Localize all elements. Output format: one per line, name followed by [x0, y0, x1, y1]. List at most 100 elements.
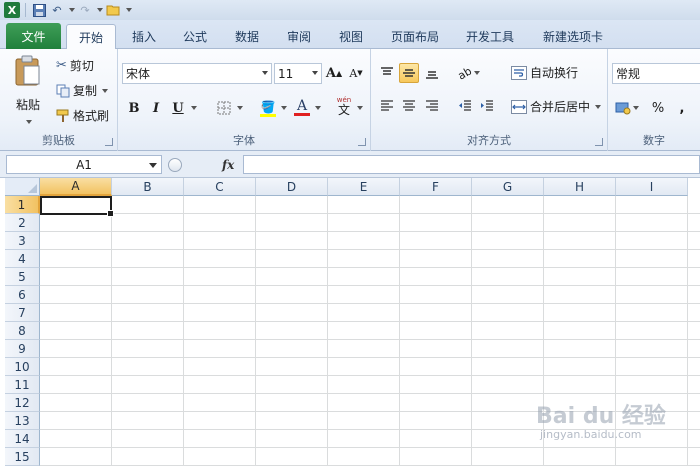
comma-style-button[interactable]: , [672, 98, 692, 118]
column-header-b[interactable]: B [112, 178, 184, 196]
tab-view[interactable]: 视图 [329, 24, 373, 49]
column-header-f[interactable]: F [400, 178, 472, 196]
wrap-text-button[interactable]: 自动换行 [511, 64, 578, 81]
fill-color-dropdown-icon[interactable] [278, 98, 288, 118]
column-header-e[interactable]: E [328, 178, 400, 196]
merge-center-dropdown-icon[interactable] [595, 104, 602, 109]
decrease-indent-button[interactable] [455, 96, 475, 116]
align-top-icon [381, 67, 393, 75]
tab-data[interactable]: 数据 [225, 24, 269, 49]
number-group-label: 数字 [643, 134, 665, 147]
number-format-combo[interactable]: 常规 [612, 63, 700, 84]
font-color-swatch [294, 112, 310, 116]
borders-dropdown-icon[interactable] [234, 98, 244, 118]
orientation-icon: ab [455, 63, 475, 83]
cut-label: 剪切 [69, 59, 94, 73]
increase-indent-icon [481, 100, 493, 111]
underline-button[interactable]: U [168, 98, 188, 118]
tab-insert[interactable]: 插入 [122, 24, 166, 49]
accounting-format-button[interactable] [614, 98, 640, 118]
align-top-button[interactable] [377, 63, 397, 83]
undo-dropdown-icon[interactable] [67, 2, 75, 18]
excel-app-icon[interactable]: X [4, 2, 20, 18]
row-header-2[interactable]: 2 [5, 214, 40, 232]
formula-bar-resize-icon[interactable] [168, 157, 182, 172]
tab-home[interactable]: 开始 [66, 24, 116, 50]
column-header-c[interactable]: C [184, 178, 256, 196]
save-icon[interactable] [31, 2, 47, 18]
font-name-combo[interactable]: 宋体 [122, 63, 272, 84]
underline-dropdown-icon[interactable] [188, 98, 198, 118]
merge-center-button[interactable]: 合并后居中 [511, 98, 602, 115]
paste-button[interactable]: 粘贴 [10, 55, 46, 124]
insert-function-icon[interactable]: fx [222, 158, 234, 172]
row-header-8[interactable]: 8 [5, 322, 40, 340]
column-header-a[interactable]: A [40, 178, 112, 196]
redo-dropdown-icon[interactable] [95, 2, 103, 18]
row-header-11[interactable]: 11 [5, 376, 40, 394]
grow-font-button[interactable]: A ▲ [324, 63, 344, 83]
bold-button[interactable]: B [124, 98, 144, 118]
copy-button[interactable]: 复制 [56, 82, 109, 99]
align-left-button[interactable] [377, 96, 397, 116]
customize-qat-icon[interactable] [123, 2, 133, 18]
column-header-i[interactable]: I [616, 178, 688, 196]
clipboard-dialog-launcher-icon[interactable] [105, 138, 113, 146]
row-header-7[interactable]: 7 [5, 304, 40, 322]
cut-button[interactable]: ✂ 剪切 [56, 57, 94, 74]
gridline-horizontal [40, 285, 700, 286]
phonetic-dropdown-icon[interactable] [354, 98, 364, 118]
gridline-horizontal [40, 249, 700, 250]
tab-file[interactable]: 文件 [6, 23, 61, 49]
font-size-combo[interactable]: 11 [274, 63, 322, 84]
align-middle-button[interactable] [399, 63, 419, 83]
alignment-dialog-launcher-icon[interactable] [595, 138, 603, 146]
font-dialog-launcher-icon[interactable] [358, 138, 366, 146]
undo-icon[interactable]: ↶ [49, 2, 65, 18]
orientation-button[interactable]: ab [455, 63, 483, 83]
phonetic-button[interactable]: wén 文 [332, 96, 356, 116]
tab-developer[interactable]: 开发工具 [458, 24, 522, 49]
align-center-button[interactable] [399, 96, 419, 116]
row-header-10[interactable]: 10 [5, 358, 40, 376]
align-right-button[interactable] [422, 96, 442, 116]
tab-review[interactable]: 审阅 [277, 24, 321, 49]
percent-button[interactable]: % [648, 98, 668, 118]
italic-button[interactable]: I [146, 98, 166, 118]
row-header-6[interactable]: 6 [5, 286, 40, 304]
row-header-5[interactable]: 5 [5, 268, 40, 286]
redo-icon[interactable]: ↷ [77, 2, 93, 18]
font-color-button[interactable]: A [292, 97, 312, 117]
row-header-3[interactable]: 3 [5, 232, 40, 250]
active-cell-a1[interactable] [40, 196, 114, 217]
formula-input[interactable] [243, 155, 700, 174]
row-header-13[interactable]: 13 [5, 412, 40, 430]
gridline-vertical [111, 196, 112, 465]
column-header-h[interactable]: H [544, 178, 616, 196]
paste-dropdown-icon[interactable] [26, 120, 32, 124]
copy-dropdown-icon[interactable] [102, 88, 109, 93]
column-header-d[interactable]: D [256, 178, 328, 196]
row-header-15[interactable]: 15 [5, 448, 40, 466]
increase-indent-button[interactable] [477, 96, 497, 116]
row-header-9[interactable]: 9 [5, 340, 40, 358]
name-box[interactable]: A1 [6, 155, 162, 174]
tab-page-layout[interactable]: 页面布局 [384, 24, 446, 49]
row-header-4[interactable]: 4 [5, 250, 40, 268]
font-name-value: 宋体 [126, 67, 151, 81]
align-bottom-button[interactable] [422, 63, 442, 83]
format-painter-button[interactable]: 格式刷 [56, 107, 109, 124]
tab-formulas[interactable]: 公式 [173, 24, 217, 49]
tab-new-tab[interactable]: 新建选项卡 [533, 24, 613, 49]
shrink-font-button[interactable]: A ▼ [346, 63, 366, 83]
row-header-14[interactable]: 14 [5, 430, 40, 448]
font-color-dropdown-icon[interactable] [312, 98, 322, 118]
column-header-g[interactable]: G [472, 178, 544, 196]
row-header-12[interactable]: 12 [5, 394, 40, 412]
name-box-dropdown-icon[interactable] [149, 163, 157, 168]
fill-color-button[interactable]: 🪣 [258, 98, 278, 118]
row-header-1[interactable]: 1 [5, 196, 40, 214]
borders-button[interactable] [214, 98, 234, 118]
open-folder-icon[interactable] [105, 2, 121, 18]
select-all-button[interactable] [5, 178, 40, 196]
